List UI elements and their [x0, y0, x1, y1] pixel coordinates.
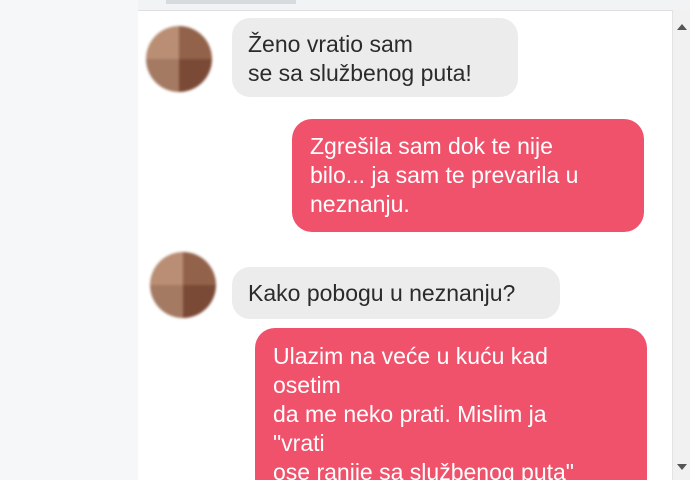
incoming-message[interactable]: Ženo vratio sam se sa službenog puta! [232, 18, 518, 97]
scroll-up-icon[interactable] [677, 24, 687, 30]
left-panel [0, 0, 138, 480]
message-thread[interactable]: Ženo vratio sam se sa službenog puta! Zg… [138, 10, 672, 480]
scroll-down-icon[interactable] [677, 464, 687, 470]
outgoing-message[interactable]: Ulazim na veće u kuću kad osetim da me n… [255, 328, 647, 480]
contact-avatar[interactable] [146, 26, 212, 92]
incoming-message[interactable]: Kako pobogu u neznanju? [232, 267, 560, 319]
contact-avatar[interactable] [150, 252, 216, 318]
outgoing-message[interactable]: Zgrešila sam dok te nije bilo... ja sam … [292, 119, 644, 232]
vertical-scrollbar[interactable] [672, 10, 690, 480]
header-tab[interactable] [166, 0, 296, 4]
